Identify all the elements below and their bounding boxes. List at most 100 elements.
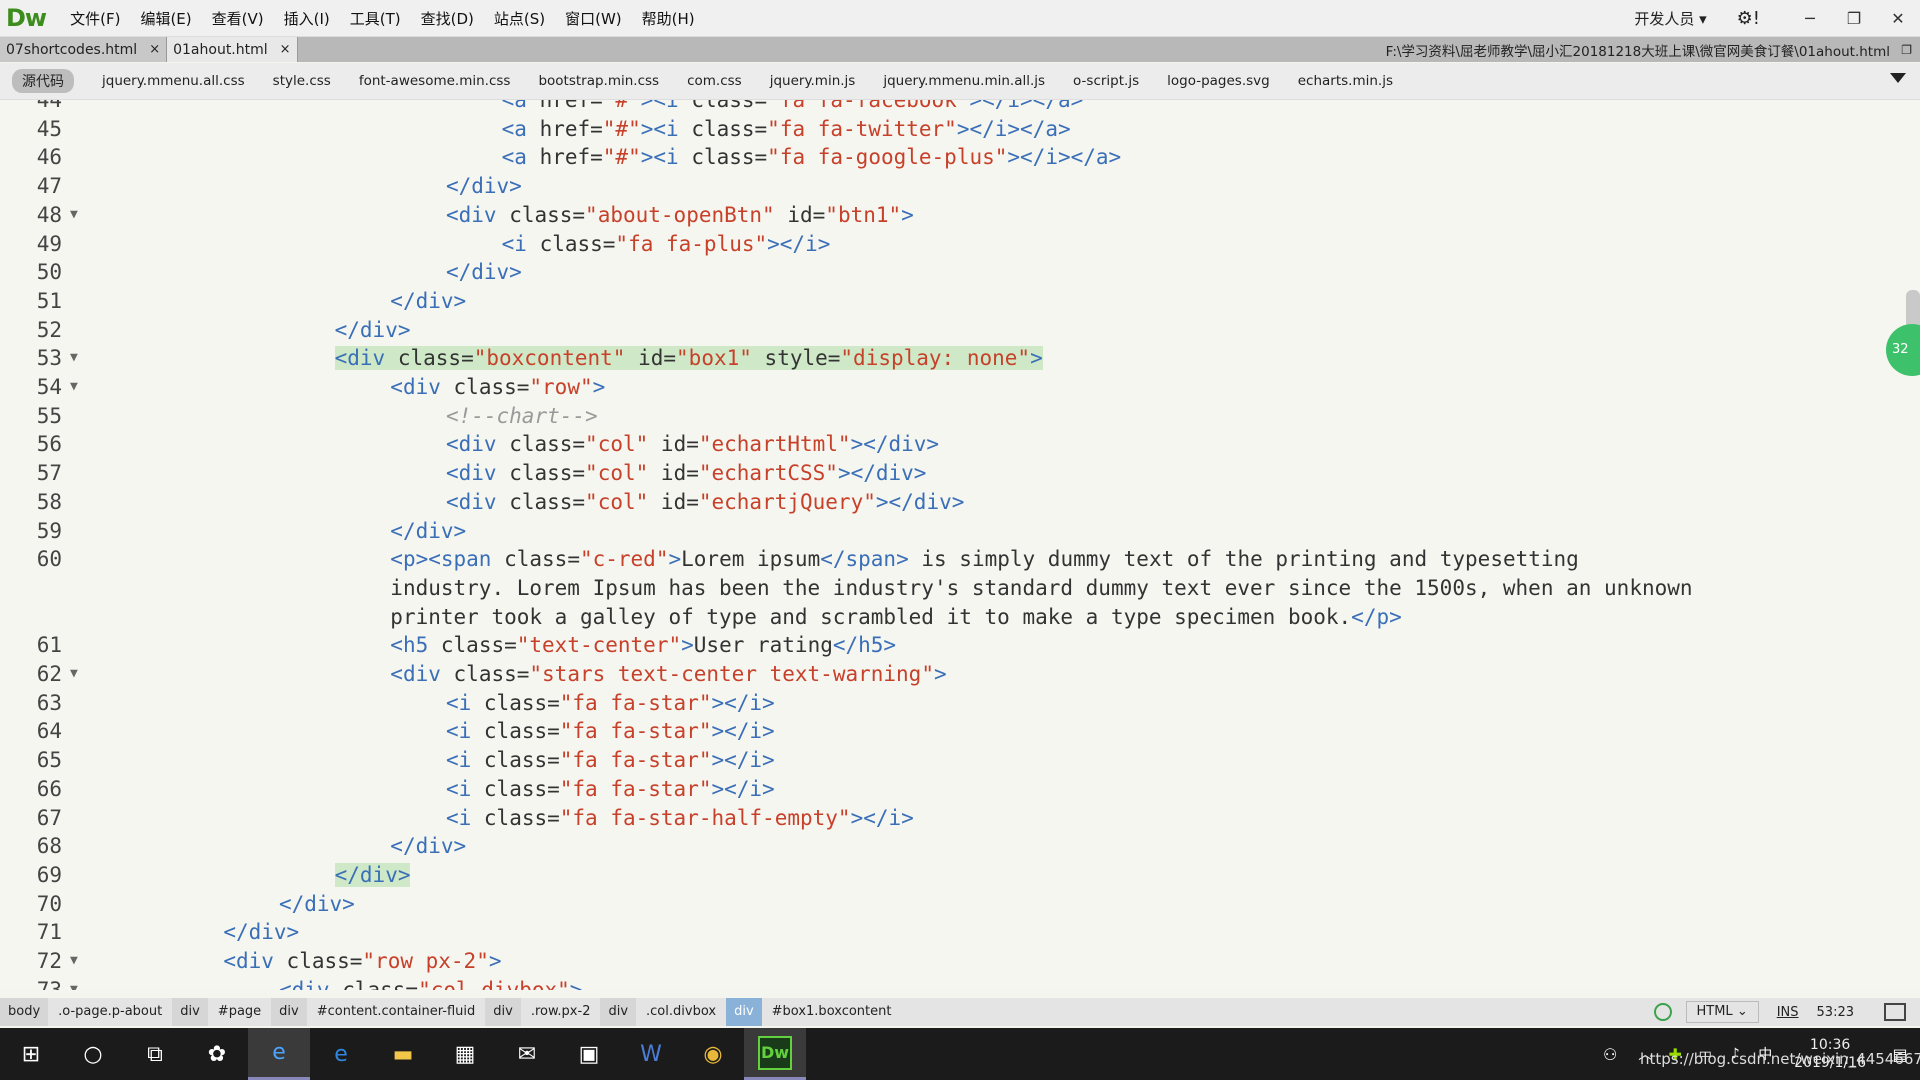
menu-item[interactable]: 窗口(W)	[565, 8, 622, 29]
menu-item[interactable]: 插入(I)	[284, 8, 330, 29]
app-icon[interactable]: ✿	[186, 1028, 248, 1080]
code-line[interactable]: 60 <p><span class="c-red">Lorem ipsum</sp…	[0, 545, 1900, 574]
related-file[interactable]: jquery.mmenu.all.css	[102, 73, 245, 89]
fold-toggle-icon[interactable]: ▼	[70, 373, 78, 402]
related-file[interactable]: jquery.min.js	[770, 73, 856, 89]
chrome-icon[interactable]: ◉	[682, 1028, 744, 1080]
code-line[interactable]: 66 <i class="fa fa-star"></i>	[0, 775, 1900, 804]
related-file[interactable]: com.css	[687, 73, 742, 89]
code-line[interactable]: 67 <i class="fa fa-star-half-empty"></i>	[0, 804, 1900, 833]
code-line[interactable]: 61 <h5 class="text-center">User rating</h…	[0, 631, 1900, 660]
menu-item[interactable]: 帮助(H)	[642, 8, 695, 29]
code-line[interactable]: 65 <i class="fa fa-star"></i>	[0, 746, 1900, 775]
breadcrumb-item[interactable]: div	[600, 998, 637, 1026]
code-line[interactable]: 50 </div>	[0, 258, 1900, 287]
code-line[interactable]: 58 <div class="col" id="echartjQuery"></d…	[0, 488, 1900, 517]
code-line[interactable]: 70 </div>	[0, 890, 1900, 919]
file-explorer-icon[interactable]: ▬	[372, 1028, 434, 1080]
code-line[interactable]: 68 </div>	[0, 832, 1900, 861]
preview-icon[interactable]	[1884, 1003, 1906, 1021]
edge-icon[interactable]: e	[310, 1028, 372, 1080]
search-icon[interactable]: ○	[62, 1028, 124, 1080]
related-file[interactable]: jquery.mmenu.min.all.js	[883, 73, 1045, 89]
workspace-switcher[interactable]: 开发人员 ▾	[1634, 8, 1706, 29]
related-file[interactable]: bootstrap.min.css	[538, 73, 659, 89]
code-line[interactable]: 48 ▼ <div class="about-openBtn" id="btn1">	[0, 201, 1900, 230]
code-line[interactable]: 64 <i class="fa fa-star"></i>	[0, 717, 1900, 746]
breadcrumb-item[interactable]: #page	[210, 998, 269, 1026]
close-icon[interactable]: ×	[280, 42, 291, 57]
ie-icon[interactable]: e	[248, 1028, 310, 1080]
code-text: <i class="fa fa-star"></i>	[445, 776, 775, 801]
breadcrumb-item[interactable]: .o-page.p-about	[50, 998, 170, 1026]
code-line[interactable]: 44 <a href="#"><i class="fa fa-facebook">…	[0, 100, 1900, 115]
breadcrumb-item[interactable]: .col.divbox	[638, 998, 724, 1026]
people-icon[interactable]: ⚇	[1590, 1028, 1630, 1080]
windows-start-icon[interactable]: ⊞	[0, 1028, 62, 1080]
close-icon[interactable]: ✕	[1876, 9, 1920, 28]
fold-toggle-icon[interactable]: ▼	[70, 344, 78, 373]
code-line[interactable]: 62 ▼ <div class="stars text-center text-wa…	[0, 660, 1900, 689]
filter-icon[interactable]	[1890, 73, 1906, 83]
language-select[interactable]: HTML ⌄	[1685, 1001, 1759, 1023]
document-tab[interactable]: 07shortcodes.html ×	[0, 37, 168, 62]
code-line[interactable]: 54 ▼ <div class="row">	[0, 373, 1900, 402]
breadcrumb-item[interactable]: div	[271, 998, 307, 1026]
word-icon[interactable]: W	[620, 1028, 682, 1080]
code-line[interactable]: 53 ▼ <div class="boxcontent" id="box1" sty…	[0, 344, 1900, 373]
dreamweaver-task-icon[interactable]: Dw	[744, 1028, 806, 1080]
related-file[interactable]: logo-pages.svg	[1167, 73, 1270, 89]
fold-toggle-icon[interactable]: ▼	[70, 201, 78, 230]
code-line[interactable]: 45 <a href="#"><i class="fa fa-twitter"><…	[0, 115, 1900, 144]
restore-panel-icon[interactable]: ❐	[1901, 43, 1912, 57]
mail-icon[interactable]: ✉	[496, 1028, 558, 1080]
restore-icon[interactable]: ❐	[1832, 9, 1876, 28]
code-line[interactable]: 69 </div>	[0, 861, 1900, 890]
code-line[interactable]: 59 </div>	[0, 517, 1900, 546]
code-line[interactable]: 71 </div>	[0, 918, 1900, 947]
code-editor[interactable]: 44 <a href="#"><i class="fa fa-facebook">…	[0, 100, 1920, 990]
task-view-icon[interactable]: ⧉	[124, 1028, 186, 1080]
breadcrumb-item[interactable]: #box1.boxcontent	[764, 998, 900, 1026]
code-line[interactable]: 56 <div class="col" id="echartHtml"></div…	[0, 430, 1900, 459]
close-icon[interactable]: ×	[149, 42, 160, 57]
code-line[interactable]: 55 <!--chart-->	[0, 402, 1900, 431]
breadcrumb-item[interactable]: .row.px-2	[523, 998, 599, 1026]
related-file[interactable]: font-awesome.min.css	[359, 73, 511, 89]
media-icon[interactable]: ▣	[558, 1028, 620, 1080]
fold-toggle-icon[interactable]: ▼	[70, 976, 78, 990]
menu-item[interactable]: 编辑(E)	[140, 8, 191, 29]
menu-item[interactable]: 查看(V)	[212, 8, 264, 29]
related-file[interactable]: echarts.min.js	[1298, 73, 1393, 89]
source-code-button[interactable]: 源代码	[12, 69, 74, 93]
code-line[interactable]: 51 </div>	[0, 287, 1900, 316]
menu-item[interactable]: 站点(S)	[494, 8, 545, 29]
menu-item[interactable]: 工具(T)	[350, 8, 401, 29]
code-line[interactable]: 47 </div>	[0, 172, 1900, 201]
breadcrumb-item[interactable]: body	[0, 998, 49, 1026]
code-line[interactable]: 46 <a href="#"><i class="fa fa-google-plu…	[0, 143, 1900, 172]
code-line[interactable]: 73 ▼ <div class="col divbox">	[0, 976, 1900, 990]
code-text: <div class="col" id="echartHtml"></div>	[445, 432, 940, 457]
related-file[interactable]: o-script.js	[1073, 73, 1139, 89]
fold-toggle-icon[interactable]: ▼	[70, 660, 78, 689]
breadcrumb-item[interactable]: div	[172, 998, 208, 1026]
code-line[interactable]: 63 <i class="fa fa-star"></i>	[0, 689, 1900, 718]
store-icon[interactable]: ▦	[434, 1028, 496, 1080]
breadcrumb-item[interactable]: div	[485, 998, 521, 1026]
code-line[interactable]: 49 <i class="fa fa-plus"></i>	[0, 230, 1900, 259]
menu-item[interactable]: 查找(D)	[421, 8, 474, 29]
breadcrumb-item[interactable]: #content.container-fluid	[309, 998, 484, 1026]
code-line[interactable]: 57 <div class="col" id="echartCSS"></div>	[0, 459, 1900, 488]
fold-toggle-icon[interactable]: ▼	[70, 947, 78, 976]
gear-icon[interactable]: ⚙!	[1737, 8, 1760, 29]
document-tab[interactable]: 01ahout.html ×	[167, 37, 298, 62]
menu-item[interactable]: 文件(F)	[70, 8, 120, 29]
related-file[interactable]: style.css	[273, 73, 331, 89]
code-line[interactable]: 72 ▼ <div class="row px-2">	[0, 947, 1900, 976]
code-line[interactable]: printer took a galley of type and scramb…	[0, 603, 1900, 632]
code-line[interactable]: 52 </div>	[0, 316, 1900, 345]
breadcrumb-item[interactable]: div	[726, 998, 762, 1026]
code-line[interactable]: industry. Lorem Ipsum has been the indus…	[0, 574, 1900, 603]
minimize-icon[interactable]: ─	[1788, 9, 1832, 28]
